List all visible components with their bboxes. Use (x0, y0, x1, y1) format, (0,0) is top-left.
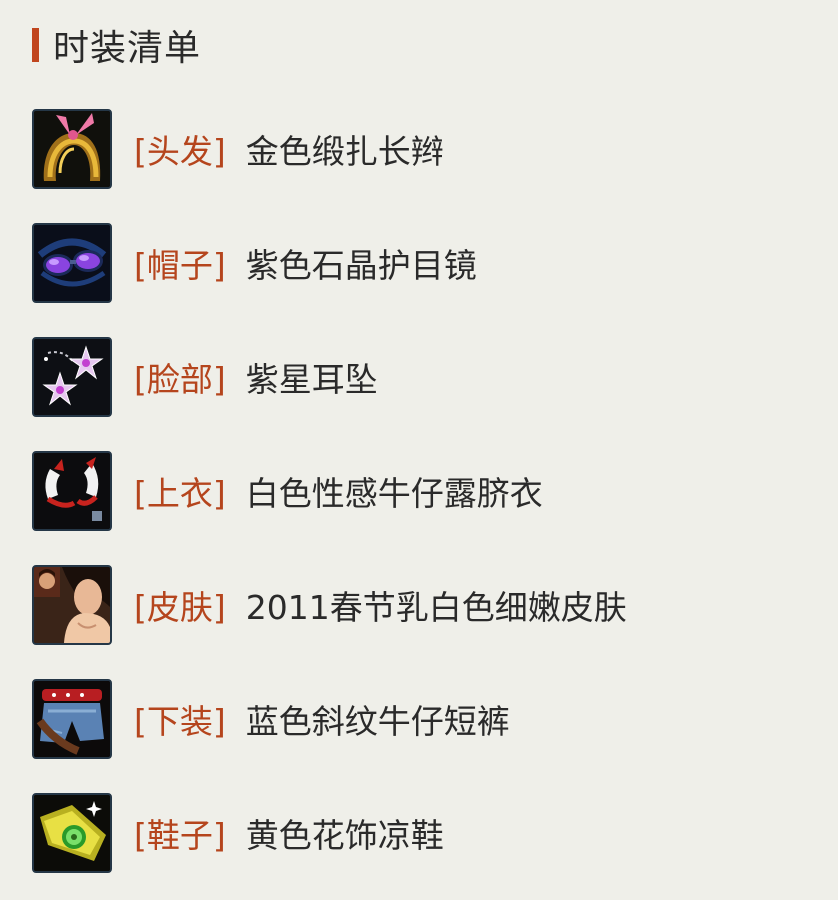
item-name: 黄色花饰凉鞋 (245, 816, 444, 855)
purple-goggles-icon (32, 223, 112, 303)
item-category: [皮肤] (134, 588, 226, 627)
item-name: 白色性感牛仔露脐衣 (245, 474, 543, 513)
item-category: [脸部] (134, 360, 226, 399)
item-category: [帽子] (134, 246, 226, 285)
item-name: 金色缎扎长辫 (245, 132, 444, 171)
header-accent-bar (32, 28, 39, 62)
golden-braid-hair-icon (32, 109, 112, 189)
item-category: [上衣] (134, 474, 226, 513)
item-category: [头发] (134, 132, 226, 171)
denim-shorts-icon (32, 679, 112, 759)
item-name: 紫星耳坠 (245, 360, 378, 399)
list-item[interactable]: [头发] 金色缎扎长辫 (32, 108, 444, 190)
list-item[interactable]: [下装] 蓝色斜纹牛仔短裤 (32, 678, 510, 760)
purple-star-earrings-icon (32, 337, 112, 417)
list-item[interactable]: [脸部] 紫星耳坠 (32, 336, 378, 418)
item-name: 2011春节乳白色细嫩皮肤 (245, 588, 627, 627)
item-name: 紫色石晶护目镜 (245, 246, 477, 285)
item-category: [鞋子] (134, 816, 226, 855)
list-item[interactable]: [鞋子] 黄色花饰凉鞋 (32, 792, 444, 874)
white-crop-top-icon (32, 451, 112, 531)
list-item[interactable]: [上衣] 白色性感牛仔露脐衣 (32, 450, 543, 532)
skin-portrait-icon (32, 565, 112, 645)
list-item[interactable]: [帽子] 紫色石晶护目镜 (32, 222, 477, 304)
page-title: 时装清单 (53, 28, 202, 69)
list-item[interactable]: [皮肤] 2011春节乳白色细嫩皮肤 (32, 564, 627, 646)
yellow-flower-sandals-icon (32, 793, 112, 873)
item-name: 蓝色斜纹牛仔短裤 (245, 702, 510, 741)
section-header: 时装清单 (32, 22, 202, 69)
item-category: [下装] (134, 702, 226, 741)
